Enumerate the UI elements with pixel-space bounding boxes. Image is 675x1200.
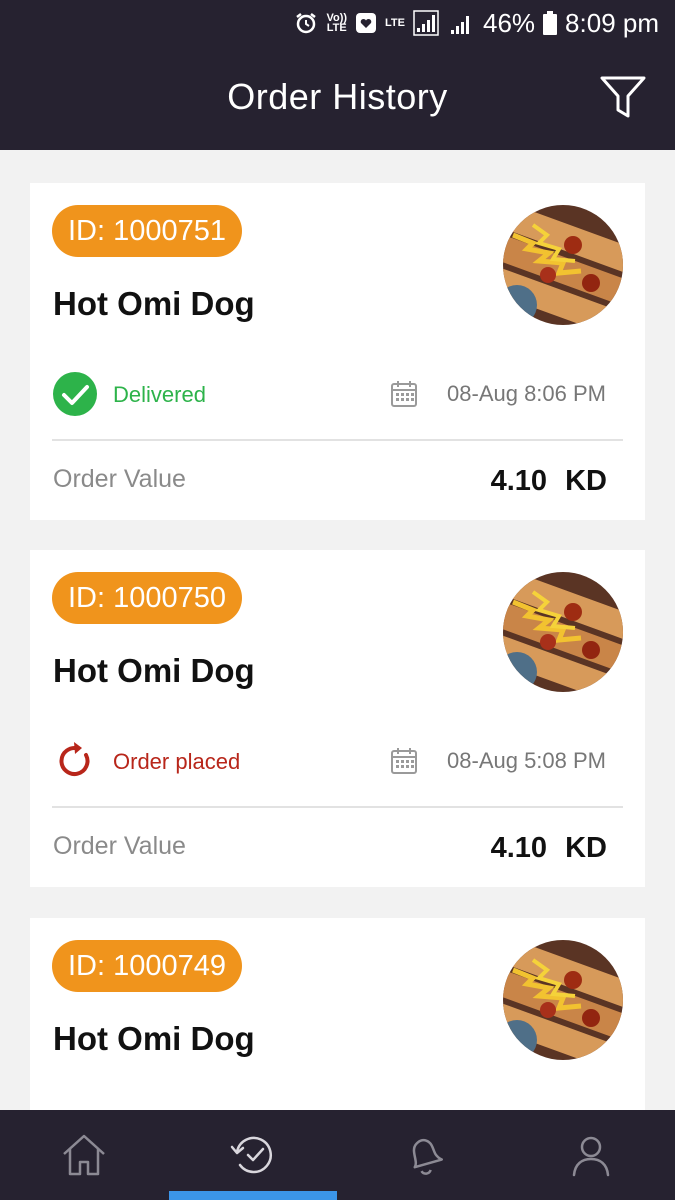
battery-icon [543,11,558,35]
filter-icon[interactable] [599,74,647,122]
refresh-icon [52,738,98,784]
order-item-name: Hot Omi Dog [53,652,255,689]
order-id-badge: ID: 1000749 [52,940,243,992]
nav-profile[interactable] [507,1110,675,1200]
order-status-row: Delivered 08-Aug 8:06 PM [52,371,622,417]
lte-indicator: LTE [385,17,405,29]
order-card[interactable]: ID: 1000749 Hot Omi Dog [30,918,645,1110]
calendar-icon [390,380,418,408]
order-value-label: Order Value [53,832,186,860]
order-date: 08-Aug 8:06 PM [447,381,606,406]
order-item-name: Hot Omi Dog [53,285,255,322]
check-circle-icon [52,371,98,417]
order-item-name: Hot Omi Dog [53,1020,255,1057]
profile-icon [572,1136,610,1177]
order-history-icon [230,1136,272,1174]
order-list[interactable]: ID: 1000751 Hot Omi Dog Delivered 08-Aug… [0,150,675,1110]
nav-order-history[interactable] [169,1110,337,1200]
food-thumbnail [503,205,623,325]
order-card[interactable]: ID: 1000751 Hot Omi Dog Delivered 08-Aug… [30,183,645,520]
order-card[interactable]: ID: 1000750 Hot Omi Dog Order placed 08-… [30,550,645,887]
status-bar: Vo)) LTE LTE 46% 8:09 pm [0,0,675,46]
order-id-badge: ID: 1000750 [52,572,243,624]
home-icon [63,1134,105,1176]
signal-icon-2 [449,10,475,36]
battery-percent: 46% [483,7,536,38]
food-thumbnail [503,572,623,692]
order-id-badge: ID: 1000751 [52,205,243,257]
alarm-icon [294,11,318,35]
nav-notifications[interactable] [338,1110,506,1200]
divider [52,439,623,441]
bottom-navigation [0,1110,675,1200]
order-value-amount: 4.10 KD [490,465,607,497]
order-value-label: Order Value [53,465,186,493]
active-tab-indicator [169,1191,337,1200]
clock: 8:09 pm [565,7,659,38]
food-thumbnail [503,940,623,1060]
order-status-row: Order placed 08-Aug 5:08 PM [52,738,622,784]
order-status-label: Order placed [113,749,241,774]
order-date: 08-Aug 5:08 PM [447,748,606,773]
page-title: Order History [227,76,448,117]
order-value-amount: 4.10 KD [490,832,607,864]
order-status-label: Delivered [113,382,206,407]
messenger-icon [355,12,377,34]
divider [52,806,623,808]
volte-indicator: Vo)) LTE [326,12,348,34]
calendar-icon [390,747,418,775]
notification-bell-icon [412,1138,443,1175]
app-header: Order History [0,46,675,150]
signal-icon [413,10,441,36]
nav-home[interactable] [0,1110,168,1200]
